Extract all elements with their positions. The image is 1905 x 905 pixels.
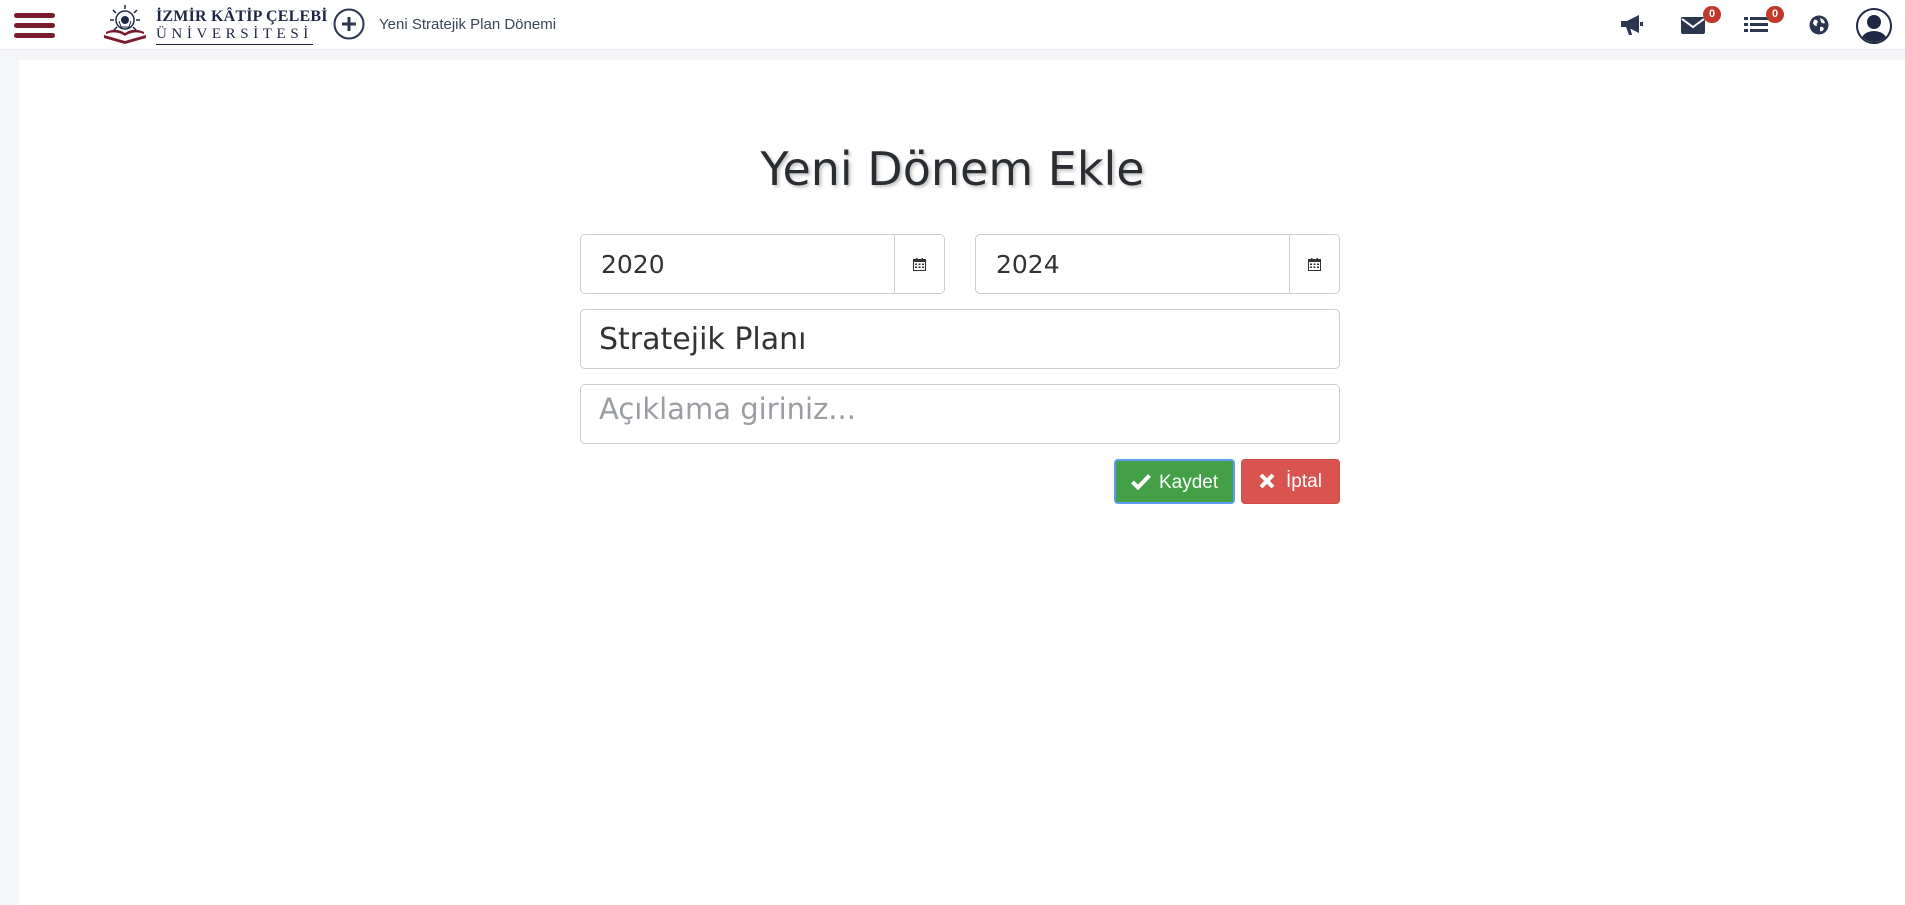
cancel-button-label: İptal	[1286, 471, 1322, 492]
page-title: Yeni Stratejik Plan Dönemi	[379, 16, 557, 33]
hamburger-bar	[14, 13, 55, 18]
start-year-calendar-button[interactable]	[894, 235, 944, 293]
university-emblem-icon	[104, 5, 146, 44]
description-input[interactable]	[581, 385, 1339, 443]
end-year-field	[975, 234, 1340, 294]
end-year-input[interactable]	[976, 235, 1292, 293]
list-icon	[1744, 17, 1768, 32]
form-title: Yeni Dönem Ekle	[760, 142, 1145, 196]
description-field	[580, 384, 1340, 444]
start-year-field	[580, 234, 945, 294]
plus-circle-icon[interactable]	[333, 8, 365, 40]
calendar-icon	[913, 258, 926, 271]
end-year-calendar-button[interactable]	[1289, 235, 1339, 293]
mail-menu[interactable]: 0	[1680, 6, 1721, 35]
plan-name-field	[580, 309, 1340, 369]
megaphone-icon[interactable]	[1619, 14, 1645, 36]
user-avatar-icon[interactable]	[1856, 8, 1892, 44]
save-button[interactable]: Kaydet	[1114, 459, 1235, 504]
check-icon	[1131, 474, 1151, 490]
save-button-label: Kaydet	[1159, 472, 1219, 493]
logo-text-line2: ÜNİVERSİTESİ	[156, 26, 313, 45]
hamburger-bar	[14, 33, 55, 38]
start-year-input[interactable]	[581, 235, 897, 293]
tasks-menu[interactable]: 0	[1744, 6, 1784, 35]
university-logo[interactable]: İZMİR KÂTİP ÇELEBİ ÜNİVERSİTESİ	[98, 4, 327, 46]
plan-name-input[interactable]	[581, 310, 1339, 368]
hamburger-icon[interactable]	[14, 12, 55, 40]
cancel-button[interactable]: İptal	[1241, 459, 1340, 504]
calendar-icon	[1308, 258, 1321, 271]
envelope-icon	[1681, 17, 1705, 34]
times-icon	[1259, 473, 1275, 489]
tasks-count-badge: 0	[1766, 6, 1784, 23]
globe-icon[interactable]	[1808, 14, 1830, 36]
top-navbar: İZMİR KÂTİP ÇELEBİ ÜNİVERSİTESİ Yeni Str…	[0, 0, 1905, 50]
hamburger-bar	[14, 23, 55, 28]
logo-text-line1: İZMİR KÂTİP ÇELEBİ	[156, 8, 328, 25]
messages-count-badge: 0	[1703, 6, 1721, 23]
